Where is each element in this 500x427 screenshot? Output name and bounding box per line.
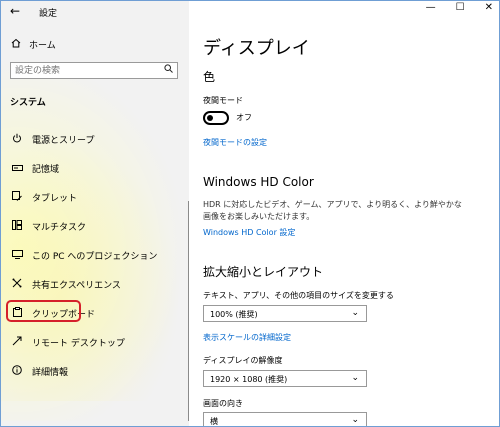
settings-window: ← 設定 ホーム システム 電源とスリープ [0,0,500,427]
projection-icon [10,249,24,262]
home-label: ホーム [29,41,56,51]
navigation-pane: ← 設定 ホーム システム 電源とスリープ [1,1,189,426]
resolution-value: 1920 × 1080 (推奨) [210,375,288,384]
chevron-down-icon: ⌄ [351,415,359,425]
hdr-description: HDR に対応したビデオ、ゲーム、アプリで、より明るく、より鮮やかな画像をお楽し… [203,200,462,221]
resolution-label: ディスプレイの解像度 [203,356,283,365]
scale-value: 100% (推奨) [210,310,258,319]
content-pane: — ☐ ✕ ディスプレイ 色 夜間モード オフ 夜間モードの設定 Windows… [190,1,499,426]
chevron-down-icon: ⌄ [351,308,359,318]
nav-item-multitask[interactable]: マルチタスク [1,212,189,241]
storage-icon [10,164,24,174]
scale-label: テキスト、アプリ、その他の項目のサイズを変更する [203,291,394,300]
close-button[interactable]: ✕ [485,2,493,13]
nav-item-tablet[interactable]: タブレット [1,183,189,212]
nav-item-label: 共有エクスペリエンス [32,281,121,291]
shared-experiences-icon [10,278,24,291]
nav-item-about[interactable]: 詳細情報 [1,357,189,386]
search-input[interactable] [15,64,155,77]
page-title: ディスプレイ [203,38,310,59]
maximize-button[interactable]: ☐ [456,2,465,13]
resolution-dropdown[interactable]: 1920 × 1080 (推奨) ⌄ [203,370,367,387]
nav-item-label: 電源とスリープ [32,136,95,146]
nav-list: 電源とスリープ 記憶域 タブレット マルチタスク この PC へのプロジェクショ… [1,125,189,386]
window-controls: — ☐ ✕ [426,2,493,13]
night-light-settings-link[interactable]: 夜間モードの設定 [203,137,267,148]
nav-item-power-sleep[interactable]: 電源とスリープ [1,125,189,154]
hdr-heading: Windows HD Color [203,175,314,189]
minimize-button[interactable]: — [426,2,436,13]
orientation-dropdown[interactable]: 横 ⌄ [203,412,367,426]
hdr-settings-link[interactable]: Windows HD Color 設定 [203,227,295,238]
search-box[interactable] [10,62,178,79]
nav-item-remote-desktop[interactable]: リモート デスクトップ [1,328,189,357]
advanced-scaling-link[interactable]: 表示スケールの詳細設定 [203,332,291,343]
nav-item-shared-experiences[interactable]: 共有エクスペリエンス [1,270,189,299]
section-title: システム [10,98,46,108]
nav-item-projection[interactable]: この PC へのプロジェクション [1,241,189,270]
multitask-icon [10,220,24,233]
night-light-toggle[interactable] [203,111,229,125]
nav-home[interactable]: ホーム [11,38,56,51]
scrollbar[interactable] [188,201,189,421]
night-light-state: オフ [236,113,252,122]
nav-item-label: 詳細情報 [32,368,69,378]
nav-item-label: この PC へのプロジェクション [32,252,158,262]
selection-highlight [6,300,81,322]
nav-item-storage[interactable]: 記憶域 [1,154,189,183]
night-light-label: 夜間モード [203,96,243,105]
tablet-icon [10,191,24,204]
toggle-knob [207,115,213,121]
nav-item-clipboard[interactable]: クリップボード [1,299,189,328]
title-bar: ← 設定 [1,1,189,23]
info-icon [10,365,24,378]
home-icon [11,38,21,51]
scale-dropdown[interactable]: 100% (推奨) ⌄ [203,305,367,322]
nav-item-label: タブレット [32,194,78,204]
back-arrow-icon[interactable]: ← [10,4,20,18]
orientation-label: 画面の向き [203,399,243,408]
chevron-down-icon: ⌄ [351,373,359,383]
orientation-value: 横 [210,417,218,426]
scale-layout-heading: 拡大縮小とレイアウト [203,265,324,279]
search-icon[interactable] [164,64,173,76]
power-icon [10,133,24,146]
nav-item-label: リモート デスクトップ [32,339,125,349]
color-heading: 色 [203,70,216,84]
app-title: 設定 [39,9,58,19]
remote-desktop-icon [10,336,24,349]
nav-item-label: マルチタスク [32,223,87,233]
nav-item-label: 記憶域 [32,165,60,175]
